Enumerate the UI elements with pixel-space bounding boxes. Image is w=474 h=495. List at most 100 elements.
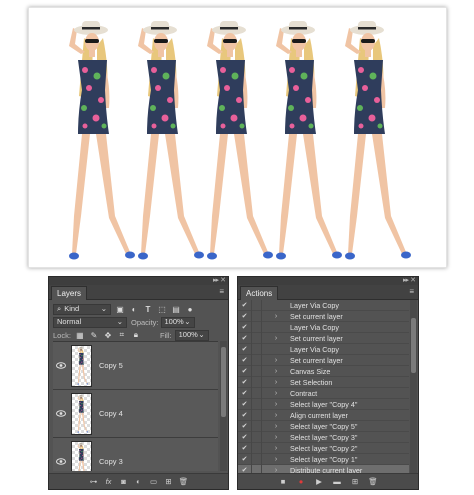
layer-name[interactable]: Copy 3 bbox=[99, 457, 123, 466]
checkmark-icon[interactable]: ✔ bbox=[238, 411, 251, 419]
expand-chevron-icon[interactable]: › bbox=[262, 390, 290, 397]
panel-menu-icon[interactable]: ≡ bbox=[219, 287, 224, 296]
collapse-icon[interactable]: ▸▸ bbox=[403, 276, 409, 284]
dialog-toggle[interactable] bbox=[251, 398, 262, 410]
expand-chevron-icon[interactable]: › bbox=[262, 368, 290, 375]
filter-toggle-icon[interactable]: ● bbox=[185, 305, 195, 314]
shape-filter-icon[interactable]: ⬚ bbox=[157, 305, 167, 314]
checkmark-icon[interactable]: ✔ bbox=[238, 400, 251, 408]
close-icon[interactable]: ✕ bbox=[410, 276, 416, 284]
action-item[interactable]: ✔ › Select layer "Copy 4" bbox=[238, 398, 409, 410]
opacity-field[interactable]: 100% ⌄ bbox=[160, 316, 195, 328]
filter-kind-select[interactable]: ⌕ Kind ⌄ bbox=[53, 303, 111, 315]
dialog-toggle[interactable] bbox=[251, 310, 262, 322]
action-item[interactable]: ✔ › Set current layer bbox=[238, 310, 409, 322]
new-set-icon[interactable]: ▬ bbox=[333, 477, 342, 486]
action-item[interactable]: ✔ › Canvas Size bbox=[238, 365, 409, 377]
panel-menu-icon[interactable]: ≡ bbox=[409, 287, 414, 296]
dialog-toggle[interactable] bbox=[251, 420, 262, 432]
adjustment-layer-icon[interactable]: ◐ bbox=[134, 477, 143, 486]
layer-list[interactable]: Copy 5 Copy 4 Copy 3 bbox=[53, 341, 218, 471]
document-canvas[interactable] bbox=[28, 7, 447, 268]
visibility-eye-icon[interactable] bbox=[56, 457, 66, 466]
expand-chevron-icon[interactable]: › bbox=[262, 379, 290, 386]
actions-scrollbar[interactable] bbox=[410, 300, 417, 474]
layer-row[interactable]: Copy 4 bbox=[53, 390, 218, 438]
record-icon[interactable]: ● bbox=[297, 477, 306, 486]
expand-chevron-icon[interactable]: › bbox=[262, 401, 290, 408]
dialog-toggle[interactable] bbox=[251, 343, 262, 355]
dialog-toggle[interactable] bbox=[251, 321, 262, 333]
action-item[interactable]: ✔ › Select layer "Copy 1" bbox=[238, 453, 409, 465]
layer-row[interactable]: Copy 3 bbox=[53, 438, 218, 471]
dialog-toggle[interactable] bbox=[251, 300, 262, 311]
action-item[interactable]: ✔ › Set Selection bbox=[238, 376, 409, 388]
lock-position-icon[interactable]: ✥ bbox=[103, 331, 113, 340]
stop-icon[interactable]: ■ bbox=[279, 477, 288, 486]
dialog-toggle[interactable] bbox=[251, 453, 262, 465]
dialog-toggle[interactable] bbox=[251, 376, 262, 388]
adjustment-filter-icon[interactable]: ◐ bbox=[129, 305, 139, 314]
lock-artboard-icon[interactable]: ⌗ bbox=[117, 330, 127, 340]
lock-transparent-icon[interactable]: ▦ bbox=[75, 331, 85, 340]
expand-chevron-icon[interactable]: › bbox=[262, 412, 290, 419]
expand-chevron-icon[interactable]: › bbox=[262, 313, 290, 320]
dialog-toggle[interactable] bbox=[251, 365, 262, 377]
dialog-toggle[interactable] bbox=[251, 387, 262, 399]
visibility-eye-icon[interactable] bbox=[56, 409, 66, 418]
action-item[interactable]: ✔ › Select layer "Copy 3" bbox=[238, 431, 409, 443]
checkmark-icon[interactable]: ✔ bbox=[238, 323, 251, 331]
tab-layers[interactable]: Layers bbox=[51, 286, 88, 300]
group-icon[interactable]: ▭ bbox=[149, 477, 158, 486]
checkmark-icon[interactable]: ✔ bbox=[238, 422, 251, 430]
action-item[interactable]: ✔ › Set current layer bbox=[238, 354, 409, 366]
expand-chevron-icon[interactable]: › bbox=[262, 434, 290, 441]
action-item[interactable]: ✔ Layer Via Copy bbox=[238, 343, 409, 355]
panel-titlebar[interactable]: ▸▸ ✕ bbox=[49, 277, 228, 285]
action-item[interactable]: ✔ › Contract bbox=[238, 387, 409, 399]
trash-icon[interactable]: 🗑︎ bbox=[179, 477, 189, 486]
action-item[interactable]: ✔ Layer Via Copy bbox=[238, 321, 409, 333]
new-action-icon[interactable]: ⊞ bbox=[351, 477, 360, 486]
trash-icon[interactable]: 🗑︎ bbox=[368, 477, 378, 486]
fx-icon[interactable]: fx bbox=[104, 477, 113, 486]
expand-chevron-icon[interactable]: › bbox=[262, 423, 290, 430]
action-item[interactable]: ✔ › Select layer "Copy 2" bbox=[238, 442, 409, 454]
blend-mode-select[interactable]: Normal ⌄ bbox=[53, 316, 127, 328]
expand-chevron-icon[interactable]: › bbox=[262, 445, 290, 452]
close-icon[interactable]: ✕ bbox=[220, 276, 226, 284]
action-item[interactable]: ✔ › Set current layer bbox=[238, 332, 409, 344]
checkmark-icon[interactable]: ✔ bbox=[238, 356, 251, 364]
link-layers-icon[interactable]: ⊶ bbox=[89, 477, 98, 486]
checkmark-icon[interactable]: ✔ bbox=[238, 345, 251, 353]
checkmark-icon[interactable]: ✔ bbox=[238, 301, 251, 309]
layer-row[interactable]: Copy 5 bbox=[53, 342, 218, 390]
visibility-eye-icon[interactable] bbox=[56, 361, 66, 370]
checkmark-icon[interactable]: ✔ bbox=[238, 389, 251, 397]
expand-chevron-icon[interactable]: › bbox=[262, 357, 290, 364]
scrollbar-thumb[interactable] bbox=[411, 318, 416, 373]
action-item[interactable]: ✔ › Align current layer bbox=[238, 409, 409, 421]
lock-all-icon[interactable]: 🔒︎ bbox=[131, 330, 141, 340]
checkmark-icon[interactable]: ✔ bbox=[238, 444, 251, 452]
panel-titlebar[interactable]: ▸▸ ✕ bbox=[238, 277, 418, 285]
tab-actions[interactable]: Actions bbox=[240, 286, 279, 300]
checkmark-icon[interactable]: ✔ bbox=[238, 433, 251, 441]
action-item[interactable]: ✔ › Select layer "Copy 5" bbox=[238, 420, 409, 432]
dialog-toggle[interactable] bbox=[251, 409, 262, 421]
action-item[interactable]: ✔ Layer Via Copy bbox=[238, 300, 409, 311]
dialog-toggle[interactable] bbox=[251, 431, 262, 443]
type-filter-icon[interactable]: T bbox=[143, 305, 153, 314]
checkmark-icon[interactable]: ✔ bbox=[238, 367, 251, 375]
dialog-toggle[interactable] bbox=[251, 442, 262, 454]
checkmark-icon[interactable]: ✔ bbox=[238, 378, 251, 386]
smart-object-filter-icon[interactable]: ▤ bbox=[171, 305, 181, 314]
expand-chevron-icon[interactable]: › bbox=[262, 456, 290, 463]
new-layer-icon[interactable]: ⊞ bbox=[164, 477, 173, 486]
scrollbar-thumb[interactable] bbox=[221, 347, 226, 417]
dialog-toggle[interactable] bbox=[251, 354, 262, 366]
layer-name[interactable]: Copy 5 bbox=[99, 361, 123, 370]
checkmark-icon[interactable]: ✔ bbox=[238, 334, 251, 342]
dialog-toggle[interactable] bbox=[251, 332, 262, 344]
collapse-icon[interactable]: ▸▸ bbox=[213, 276, 219, 284]
